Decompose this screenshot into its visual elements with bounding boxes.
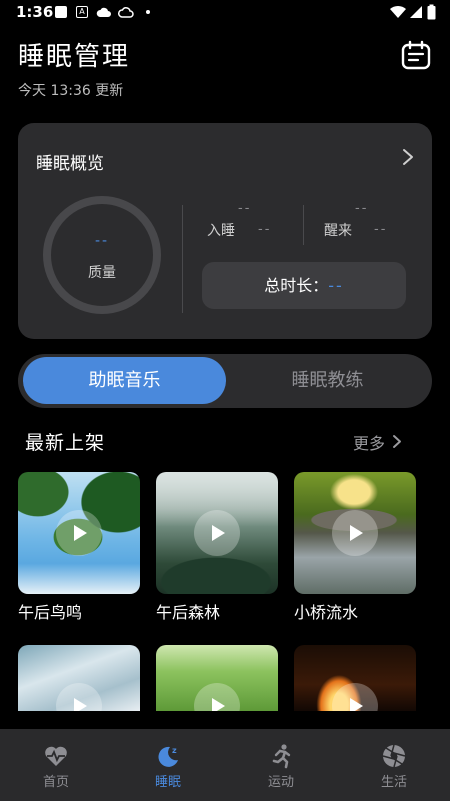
total-duration-box: 总时长：-- — [202, 262, 406, 309]
status-bar: 1:36 A — [0, 0, 450, 26]
sleep-time-value: -- — [258, 222, 272, 237]
track-label: 小桥流水 — [294, 603, 359, 622]
sleep-time-top: -- — [238, 201, 252, 216]
nav-item-exercise[interactable]: 运动 — [225, 729, 337, 801]
divider — [303, 205, 304, 245]
total-duration-value: -- — [328, 276, 344, 295]
signal-icon — [410, 6, 422, 18]
track-thumbnail[interactable] — [294, 645, 416, 711]
sleep-overview-card[interactable]: 睡眠概览 -- 质量 -- 入睡 -- -- 醒来 -- 总时长：-- — [18, 123, 432, 339]
mode-segment-control: 助眠音乐 睡眠教练 — [18, 354, 432, 408]
update-timestamp: 今天 13:36 更新 — [18, 83, 124, 99]
nav-item-home[interactable]: 首页 — [0, 729, 112, 801]
quality-label: 质量 — [88, 265, 116, 281]
nav-label-home: 首页 — [42, 775, 69, 790]
play-icon[interactable] — [194, 683, 240, 711]
section-title: 最新上架 — [25, 432, 106, 454]
nav-item-life[interactable]: 生活 — [338, 729, 450, 801]
more-link[interactable]: 更多 — [353, 430, 385, 454]
moon-icon: z — [158, 746, 178, 767]
nav-label-exercise: 运动 — [267, 775, 294, 790]
wifi-icon — [390, 5, 406, 18]
track-thumbnail[interactable] — [18, 472, 140, 594]
svg-text:z: z — [172, 746, 177, 755]
page-title: 睡眠管理 — [18, 42, 131, 72]
play-icon[interactable] — [332, 683, 378, 711]
track-label: 午后鸟鸣 — [18, 603, 83, 622]
more-notifications-icon — [146, 10, 150, 14]
quality-value: -- — [94, 233, 110, 249]
status-time: 1:36 — [16, 3, 54, 21]
heart-pulse-icon — [45, 746, 67, 766]
play-icon[interactable] — [56, 683, 102, 711]
card-title: 睡眠概览 — [36, 154, 104, 174]
track-thumbnail[interactable] — [18, 645, 140, 711]
aperture-icon — [382, 744, 406, 768]
play-icon[interactable] — [194, 510, 240, 556]
nav-label-sleep: 睡眠 — [154, 775, 181, 790]
notification-icon — [55, 6, 67, 18]
a-notification-icon: A — [76, 6, 88, 18]
track-thumbnail[interactable] — [156, 645, 278, 711]
tab-sleep-music[interactable]: 助眠音乐 — [23, 357, 226, 404]
chevron-right-icon[interactable] — [401, 147, 415, 167]
running-icon — [272, 744, 291, 769]
track-thumbnail[interactable] — [156, 472, 278, 594]
cloud-icon — [96, 7, 111, 17]
total-duration-label: 总时长： — [264, 276, 329, 295]
track-thumbnail[interactable] — [294, 472, 416, 594]
nav-label-life: 生活 — [380, 775, 407, 790]
sleep-label: 入睡 — [207, 223, 235, 239]
weather-icon — [118, 7, 134, 18]
track-label: 午后森林 — [156, 603, 221, 622]
chevron-right-icon[interactable] — [392, 434, 402, 449]
bottom-nav: 首页 z 睡眠 运动 生活 — [0, 729, 450, 801]
wake-label: 醒来 — [324, 223, 352, 239]
nav-item-sleep[interactable]: z 睡眠 — [112, 729, 224, 801]
divider — [182, 205, 183, 313]
calendar-icon[interactable] — [401, 40, 431, 70]
play-icon[interactable] — [332, 510, 378, 556]
play-icon[interactable] — [56, 510, 102, 556]
wake-time-value: -- — [374, 222, 388, 237]
tab-sleep-coach[interactable]: 睡眠教练 — [226, 357, 429, 404]
wake-time-top: -- — [355, 201, 369, 216]
quality-ring — [43, 196, 161, 314]
battery-icon — [427, 4, 436, 20]
